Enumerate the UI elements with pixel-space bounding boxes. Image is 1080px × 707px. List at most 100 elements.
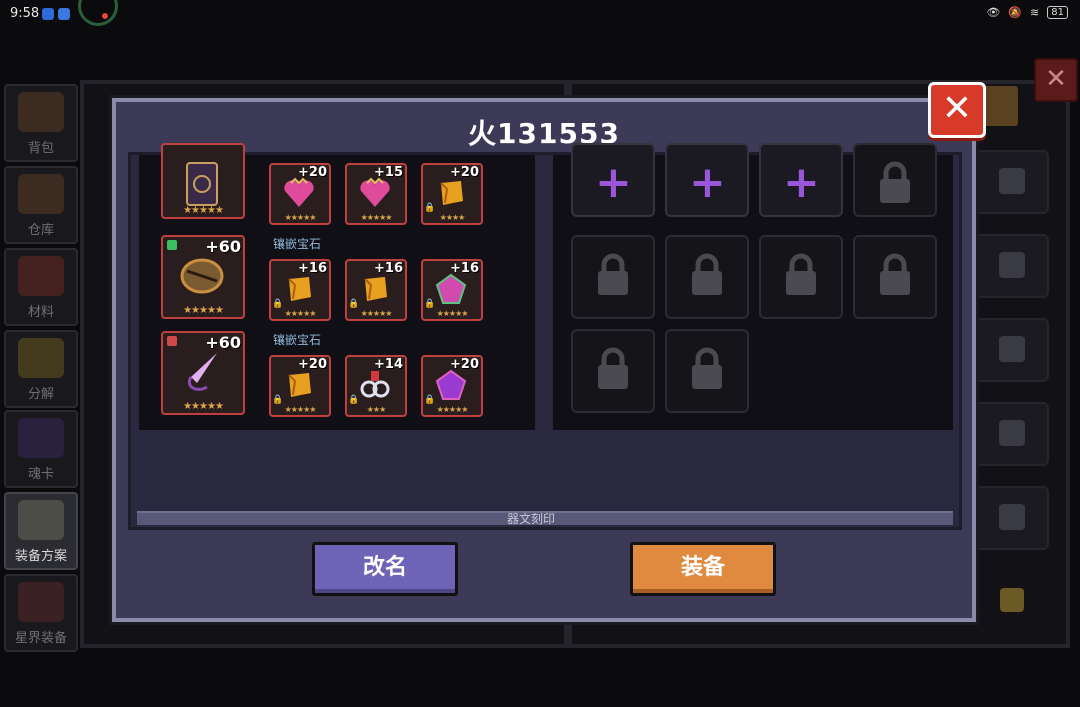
background-slot bbox=[975, 402, 1049, 466]
locked-slot bbox=[571, 329, 655, 413]
golden-scroll-icon bbox=[288, 373, 311, 397]
crystal-blade-icon bbox=[188, 353, 217, 391]
lock-icon bbox=[692, 253, 722, 295]
item-level: +20 bbox=[450, 357, 479, 372]
sidebar-item-soul-card[interactable]: 魂卡 bbox=[4, 410, 78, 488]
sidebar-item-label: 背包 bbox=[27, 141, 54, 156]
wifi-icon: ≋ bbox=[1030, 6, 1040, 19]
equipment-item[interactable]: +60 ★★★★★ bbox=[161, 331, 245, 415]
sidebar-item-label: 仓库 bbox=[27, 223, 54, 238]
lock-icon bbox=[598, 253, 628, 295]
sidebar-item-backpack[interactable]: 背包 bbox=[4, 84, 78, 162]
battery-indicator: 81 bbox=[1047, 6, 1068, 19]
golden-scroll-icon bbox=[288, 277, 311, 301]
status-icons: 👁 🔕 ≋ 81 bbox=[986, 6, 1068, 19]
lock-icon: 🔒 bbox=[424, 395, 436, 405]
item-level: +16 bbox=[450, 261, 479, 276]
sidebar-item-astral-equip[interactable]: 星界装备 bbox=[4, 574, 78, 652]
add-slot-button[interactable]: + bbox=[571, 143, 655, 217]
golden-scroll-icon bbox=[364, 277, 387, 301]
anvil-icon bbox=[18, 338, 64, 378]
app-icon bbox=[58, 8, 70, 20]
sidebar-item-label: 分解 bbox=[27, 387, 54, 402]
item-level: +16 bbox=[298, 261, 327, 276]
lock-icon: 🔒 bbox=[348, 395, 360, 405]
equip-button[interactable]: 装备 bbox=[630, 542, 776, 596]
locked-slot bbox=[571, 235, 655, 319]
item-stars: ★★★★★ bbox=[183, 401, 224, 412]
clock: 9:58 bbox=[10, 6, 40, 21]
item-stars: ★★★★★ bbox=[436, 405, 469, 414]
equipment-item[interactable]: 🔒 +16 ★★★★★ bbox=[269, 259, 331, 321]
shirt-icon bbox=[999, 504, 1025, 530]
add-slot-button[interactable]: + bbox=[759, 143, 843, 217]
sidebar-item-decompose[interactable]: 分解 bbox=[4, 330, 78, 408]
green-badge-icon bbox=[167, 240, 177, 250]
shirt-icon bbox=[999, 252, 1025, 278]
inlay-gem-label: 镶嵌宝石 bbox=[273, 237, 322, 251]
item-level: +14 bbox=[374, 357, 403, 372]
item-stars: ★★★★★ bbox=[284, 405, 317, 414]
bronze-disc-icon bbox=[180, 258, 224, 294]
equipment-item[interactable]: 🔒 +20 ★★★★ bbox=[421, 163, 483, 225]
locked-slot bbox=[759, 235, 843, 319]
lock-icon bbox=[692, 347, 722, 389]
record-ring-icon bbox=[78, 0, 118, 26]
equipment-item[interactable]: +15 ★★★★★ bbox=[345, 163, 407, 225]
chest-icon bbox=[18, 92, 64, 132]
equipment-item[interactable]: 🔒 +20 ★★★★★ bbox=[269, 355, 331, 417]
item-stars: ★★★★★ bbox=[284, 213, 317, 222]
add-slot-button[interactable]: + bbox=[665, 143, 749, 217]
background-slot bbox=[975, 150, 1049, 214]
lock-icon bbox=[598, 347, 628, 389]
plus-icon: + bbox=[783, 157, 820, 208]
locked-slot bbox=[665, 329, 749, 413]
sidebar-item-label: 魂卡 bbox=[27, 467, 54, 482]
locked-slot bbox=[853, 143, 937, 217]
sidebar-item-equip-plan[interactable]: 装备方案 bbox=[4, 492, 78, 570]
close-button[interactable]: ✕ bbox=[928, 82, 986, 138]
lock-icon: 🔒 bbox=[272, 299, 284, 309]
lock-icon: 🔒 bbox=[272, 395, 284, 405]
equipment-list[interactable]: ★★★★★ +20 ★★★★★ +15 ★★★★★ 🔒 +20 ★★★★ +60… bbox=[139, 143, 535, 430]
eye-icon: 👁 bbox=[986, 6, 1001, 19]
item-stars: ★★★ bbox=[366, 405, 387, 414]
background-slot bbox=[975, 318, 1049, 382]
item-stars: ★★★★★ bbox=[183, 305, 224, 316]
gem-slots-panel: + + + bbox=[553, 143, 953, 430]
plus-icon: + bbox=[595, 157, 632, 208]
mute-icon: 🔕 bbox=[1008, 6, 1023, 19]
item-level: +60 bbox=[205, 333, 241, 352]
item-stars: ★★★★★ bbox=[284, 309, 317, 318]
background-slot bbox=[975, 234, 1049, 298]
shirt-icon bbox=[999, 168, 1025, 194]
heart-crown-gem-icon bbox=[360, 177, 390, 207]
equipment-item[interactable]: 🔒 +16 ★★★★★ bbox=[421, 259, 483, 321]
item-level: +20 bbox=[298, 357, 327, 372]
equipment-item[interactable]: +60 ★★★★★ bbox=[161, 235, 245, 319]
shirt-icon bbox=[999, 336, 1025, 362]
equipment-item[interactable]: +20 ★★★★★ bbox=[269, 163, 331, 225]
lock-icon: 🔒 bbox=[348, 299, 360, 309]
equipment-item[interactable]: 🔒 +16 ★★★★★ bbox=[345, 259, 407, 321]
lock-icon bbox=[880, 161, 910, 203]
chain-gem-icon bbox=[360, 371, 390, 398]
equipment-plan-dialog: 火131553 ★★★★★ +20 ★★★★★ +15 ★★★★★ 🔒 +20 bbox=[112, 98, 976, 622]
pink-jewel-icon bbox=[435, 273, 467, 304]
armor-icon bbox=[18, 500, 64, 540]
sidebar-item-label: 星界装备 bbox=[14, 631, 67, 646]
equipment-item[interactable]: 🔒 +20 ★★★★★ bbox=[421, 355, 483, 417]
red-badge-icon bbox=[167, 336, 177, 346]
sidebar-item-warehouse[interactable]: 仓库 bbox=[4, 166, 78, 244]
inscription-section-header[interactable]: 器文刻印 bbox=[137, 511, 953, 525]
sidebar-item-materials[interactable]: 材料 bbox=[4, 248, 78, 326]
item-level: +15 bbox=[374, 165, 403, 180]
equipment-item[interactable]: 🔒 +14 ★★★ bbox=[345, 355, 407, 417]
lock-icon bbox=[1000, 588, 1024, 612]
inscription-label: 器文刻印 bbox=[507, 512, 556, 525]
equipment-item[interactable]: ★★★★★ bbox=[161, 143, 245, 219]
rename-button[interactable]: 改名 bbox=[312, 542, 458, 596]
background-slot bbox=[975, 486, 1049, 550]
sidebar-item-label: 材料 bbox=[27, 305, 54, 320]
locked-slot bbox=[665, 235, 749, 319]
